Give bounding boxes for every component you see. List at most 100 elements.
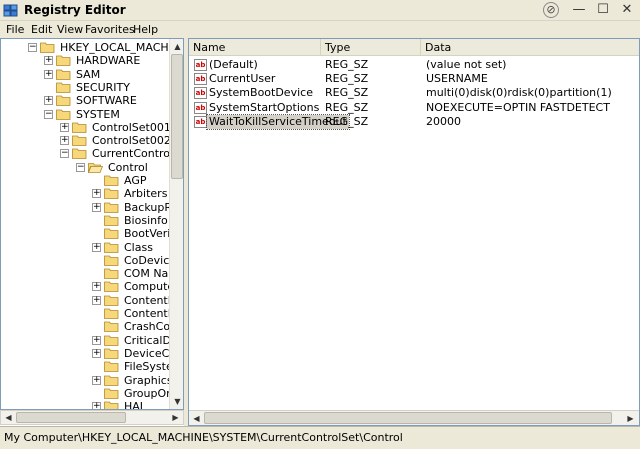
folder-icon (56, 69, 71, 80)
value-data: multi(0)disk(0)rdisk(0)partition(1) (426, 86, 612, 100)
tree-item-label: SOFTWARE (76, 94, 137, 108)
collapse-icon[interactable]: − (28, 43, 37, 52)
values-hscroll-thumb[interactable] (204, 412, 612, 424)
regedit-app-icon (3, 4, 18, 17)
menu-favorites[interactable]: Favorites (85, 23, 135, 36)
folder-icon (104, 202, 119, 213)
folder-icon (56, 55, 71, 67)
menu-view[interactable]: View (57, 23, 83, 36)
value-row[interactable]: ab CurrentUser REG_SZ USERNAME (189, 72, 639, 86)
menu-bar: File Edit View Favorites Help (0, 21, 640, 38)
key-tree[interactable]: − HKEY_LOCAL_MACHINE + HARDWARE + SAM SECURITY… (0, 38, 184, 410)
status-bar: My Computer\HKEY_LOCAL_MACHINE\SYSTEM\Cu… (0, 426, 640, 449)
value-name: SystemBootDevice (209, 86, 313, 100)
value-type: REG_SZ (325, 114, 369, 128)
expand-icon[interactable]: + (92, 189, 101, 199)
folder-icon (104, 335, 119, 346)
folder-icon (72, 148, 87, 160)
open-folder-icon (87, 162, 104, 173)
folder-icon (104, 308, 119, 319)
expand-icon[interactable]: + (92, 295, 101, 305)
tree-item-label: HAL (124, 400, 146, 410)
menu-help[interactable]: Help (133, 23, 158, 36)
folder-icon (104, 401, 119, 409)
folder-icon (104, 281, 119, 293)
expand-icon[interactable]: + (60, 136, 69, 146)
value-name: (Default) (209, 58, 258, 71)
value-row[interactable]: ab WaitToKillServiceTimeout REG_SZ 20000 (189, 113, 639, 130)
string-value-icon: ab (194, 115, 207, 128)
string-value-icon: ab (194, 59, 207, 71)
folder-icon (72, 122, 87, 133)
window-title: Registry Editor (24, 3, 126, 17)
values-horizontal-scrollbar[interactable]: ◀ ▶ (189, 410, 639, 425)
expand-icon[interactable]: + (60, 122, 69, 132)
expand-icon[interactable]: + (92, 202, 101, 212)
title-bar: Registry Editor ⊘ — ☐ ✕ (0, 0, 640, 21)
value-name: CurrentUser (209, 72, 276, 86)
value-type: REG_SZ (325, 100, 369, 114)
column-name-header[interactable]: Name (189, 39, 321, 56)
scroll-left-arrow-icon[interactable]: ◀ (2, 411, 15, 424)
tree-item-label: Control (108, 160, 148, 174)
menu-file[interactable]: File (6, 23, 24, 36)
folder-icon (72, 135, 87, 146)
value-type: REG_SZ (325, 72, 369, 86)
expand-icon[interactable]: + (92, 242, 101, 252)
values-list[interactable]: Name Type Data ab (Default) REG_SZ (value n… (188, 38, 640, 426)
folder-icon (104, 215, 119, 226)
expand-icon[interactable]: + (44, 56, 53, 66)
string-value-icon: ab (194, 87, 207, 100)
collapse-icon[interactable]: − (60, 149, 69, 159)
pin-icon[interactable]: ⊘ (543, 2, 559, 18)
value-row[interactable]: ab SystemStartOptions REG_SZ NOEXECUTE=OPTI… (189, 101, 639, 115)
tree-vertical-scrollbar[interactable]: ▲ ▼ (169, 39, 183, 409)
value-data: NOEXECUTE=OPTIN FASTDETECT (426, 100, 610, 114)
tree-item-label: Biosinfo (124, 213, 168, 227)
expand-icon[interactable]: + (92, 402, 101, 409)
string-value-icon: ab (194, 73, 207, 86)
menu-edit[interactable]: Edit (31, 23, 52, 36)
maximize-button[interactable]: ☐ (591, 1, 615, 20)
tree-hscroll-thumb[interactable] (16, 412, 126, 423)
column-type-header[interactable]: Type (321, 39, 421, 56)
folder-icon (40, 42, 55, 53)
string-value-icon: ab (194, 101, 207, 114)
value-row[interactable]: ab SystemBootDevice REG_SZ multi(0)disk(0)r… (189, 86, 639, 100)
scroll-up-arrow-icon[interactable]: ▲ (171, 40, 183, 53)
value-name: SystemStartOptions (209, 100, 320, 114)
folder-icon (56, 109, 71, 120)
folder-icon (104, 321, 119, 333)
collapse-icon[interactable]: − (76, 162, 85, 172)
scroll-right-arrow-icon[interactable]: ▶ (624, 412, 637, 425)
folder-icon (104, 388, 119, 399)
tree-item-label: Arbiters (124, 187, 168, 201)
folder-icon (104, 295, 119, 306)
scroll-down-arrow-icon[interactable]: ▼ (171, 395, 183, 408)
folder-icon (104, 228, 119, 240)
tree-horizontal-scrollbar[interactable]: ◀ ▶ (0, 410, 184, 425)
collapse-icon[interactable]: − (44, 109, 53, 119)
value-data: USERNAME (426, 72, 488, 86)
expand-icon[interactable]: + (44, 69, 53, 79)
expand-icon[interactable]: + (92, 335, 101, 345)
tree-scroll-thumb[interactable] (171, 54, 183, 179)
close-button[interactable]: ✕ (615, 1, 639, 20)
folder-icon (104, 188, 119, 200)
scroll-left-arrow-icon[interactable]: ◀ (190, 412, 203, 425)
expand-icon[interactable]: + (44, 96, 53, 106)
column-data-header[interactable]: Data (421, 39, 639, 56)
value-row[interactable]: ab (Default) REG_SZ (value not set) (189, 58, 639, 72)
scroll-right-arrow-icon[interactable]: ▶ (169, 411, 182, 424)
folder-icon (104, 175, 119, 186)
tree-item-label: SECURITY (76, 80, 130, 94)
tree-item-label: Class (124, 240, 153, 254)
expand-icon[interactable]: + (92, 348, 101, 358)
minimize-button[interactable]: — (567, 1, 591, 20)
folder-icon (104, 268, 119, 279)
expand-icon[interactable]: + (92, 375, 101, 385)
folder-icon (104, 375, 119, 386)
folder-icon (56, 82, 71, 93)
folder-icon (104, 361, 119, 373)
expand-icon[interactable]: + (92, 282, 101, 292)
